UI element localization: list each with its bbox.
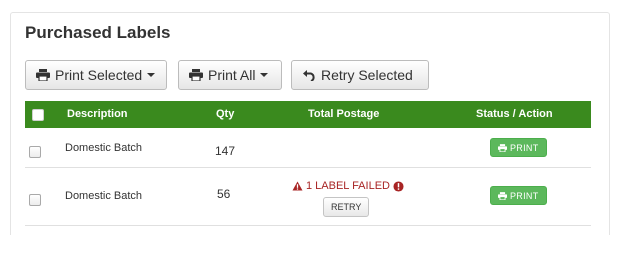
purchased-labels-panel: Purchased Labels Print Selected Print Al… xyxy=(10,12,610,235)
row-checkbox[interactable] xyxy=(29,146,41,158)
caret-down-icon xyxy=(260,73,269,77)
header-qty: Qty xyxy=(216,108,235,120)
caret-down-icon xyxy=(147,73,156,77)
retry-button[interactable]: RETRY xyxy=(323,197,370,217)
table-row: Domestic Batch 147 PRINT xyxy=(25,128,591,168)
retry-selected-label: Retry Selected xyxy=(321,67,413,83)
print-selected-label: Print Selected xyxy=(55,67,143,83)
row-description: Domestic Batch xyxy=(65,190,143,202)
print-button-label: PRINT xyxy=(510,142,539,153)
panel-title: Purchased Labels xyxy=(25,23,171,42)
label-failed-status: 1 LABEL FAILED xyxy=(292,180,404,192)
label-failed-text: 1 LABEL FAILED xyxy=(306,180,390,192)
header-total-postage: Total Postage xyxy=(308,108,380,120)
header-description: Description xyxy=(67,108,128,120)
print-button[interactable]: PRINT xyxy=(490,186,547,205)
printer-icon xyxy=(36,69,50,81)
printer-icon xyxy=(498,191,507,200)
print-all-button[interactable]: Print All xyxy=(178,60,282,90)
select-all-checkbox[interactable] xyxy=(32,109,44,121)
print-button[interactable]: PRINT xyxy=(490,138,547,157)
warning-icon xyxy=(292,181,303,191)
printer-icon xyxy=(189,69,203,81)
header-status-action: Status / Action xyxy=(476,108,553,120)
printer-icon xyxy=(498,143,507,152)
table-header: Description Qty Total Postage Status / A… xyxy=(25,101,591,128)
table-row: Domestic Batch 56 1 LABEL FAILED RETRY P… xyxy=(25,168,591,226)
row-checkbox[interactable] xyxy=(29,194,41,206)
retry-selected-button[interactable]: Retry Selected xyxy=(291,60,429,90)
info-circle-icon[interactable] xyxy=(393,180,404,192)
print-button-label: PRINT xyxy=(510,190,539,201)
row-qty: 56 xyxy=(217,187,231,201)
print-all-label: Print All xyxy=(208,67,256,83)
row-description: Domestic Batch xyxy=(65,142,143,154)
undo-icon xyxy=(302,69,316,81)
print-selected-button[interactable]: Print Selected xyxy=(25,60,167,90)
row-qty: 147 xyxy=(215,144,236,158)
